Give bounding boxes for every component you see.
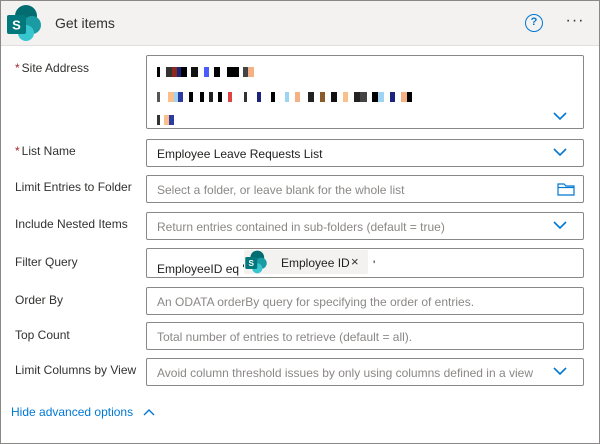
action-header[interactable]: S Get items ? ··· (1, 1, 599, 46)
sharepoint-logo-icon: S (245, 250, 267, 274)
more-options-icon[interactable]: ··· (564, 13, 586, 33)
list-name-label: * List Name (15, 144, 76, 158)
svg-text:S: S (12, 18, 21, 33)
remove-token-icon[interactable]: × (351, 254, 359, 269)
required-marker: * (15, 144, 20, 158)
limit-columns-label: Limit Columns by View (15, 363, 137, 377)
order-by-label: Order By (15, 293, 64, 307)
order-by-input[interactable]: An ODATA orderBy query for specifying th… (146, 287, 584, 315)
limit-columns-dropdown[interactable]: Avoid column threshold issues by only us… (146, 358, 584, 386)
limit-columns-placeholder: Avoid column threshold issues by only us… (157, 366, 533, 380)
help-icon[interactable]: ? (525, 14, 543, 32)
include-nested-dropdown[interactable]: Return entries contained in sub-folders … (146, 212, 584, 240)
site-address-label: * Site Address (15, 61, 90, 75)
chevron-up-icon[interactable] (143, 408, 155, 416)
order-by-placeholder: An ODATA orderBy query for specifying th… (157, 295, 475, 309)
chevron-down-icon[interactable] (553, 366, 567, 376)
token-label: Employee ID (281, 256, 350, 270)
filter-query-prefix: EmployeeID eq ' (157, 262, 245, 276)
redacted-site-url-line-1 (157, 67, 254, 77)
top-count-placeholder: Total number of entries to retrieve (def… (157, 330, 413, 344)
svg-text:S: S (249, 259, 255, 268)
filter-query-input[interactable]: EmployeeID eq ' S Employee ID × ' (146, 248, 584, 278)
chevron-down-icon[interactable] (553, 111, 567, 121)
chevron-down-icon[interactable] (553, 220, 567, 230)
redacted-site-url-line-2 (157, 92, 412, 102)
filter-query-suffix: ' (373, 258, 376, 272)
limit-entries-placeholder: Select a folder, or leave blank for the … (157, 183, 405, 197)
include-nested-placeholder: Return entries contained in sub-folders … (157, 220, 445, 234)
get-items-action-card: S Get items ? ··· * Site Address * List … (0, 0, 600, 444)
sharepoint-logo-icon: S (7, 5, 41, 41)
redacted-site-url-line-3 (157, 115, 174, 125)
list-name-value: Employee Leave Requests List (157, 147, 323, 161)
include-nested-label: Include Nested Items (15, 217, 128, 231)
site-address-dropdown[interactable] (146, 55, 584, 129)
filter-query-label: Filter Query (15, 255, 78, 269)
top-count-input[interactable]: Total number of entries to retrieve (def… (146, 322, 584, 350)
limit-entries-folder-input[interactable]: Select a folder, or leave blank for the … (146, 175, 584, 203)
action-title: Get items (55, 15, 115, 31)
limit-entries-label: Limit Entries to Folder (15, 180, 132, 194)
hide-advanced-options-link[interactable]: Hide advanced options (11, 405, 133, 419)
folder-picker-icon[interactable] (557, 182, 575, 196)
list-name-dropdown[interactable]: Employee Leave Requests List (146, 139, 584, 167)
required-marker: * (15, 61, 20, 75)
top-count-label: Top Count (15, 328, 70, 342)
chevron-down-icon[interactable] (553, 147, 567, 157)
dynamic-content-token[interactable]: S Employee ID × (244, 250, 368, 274)
